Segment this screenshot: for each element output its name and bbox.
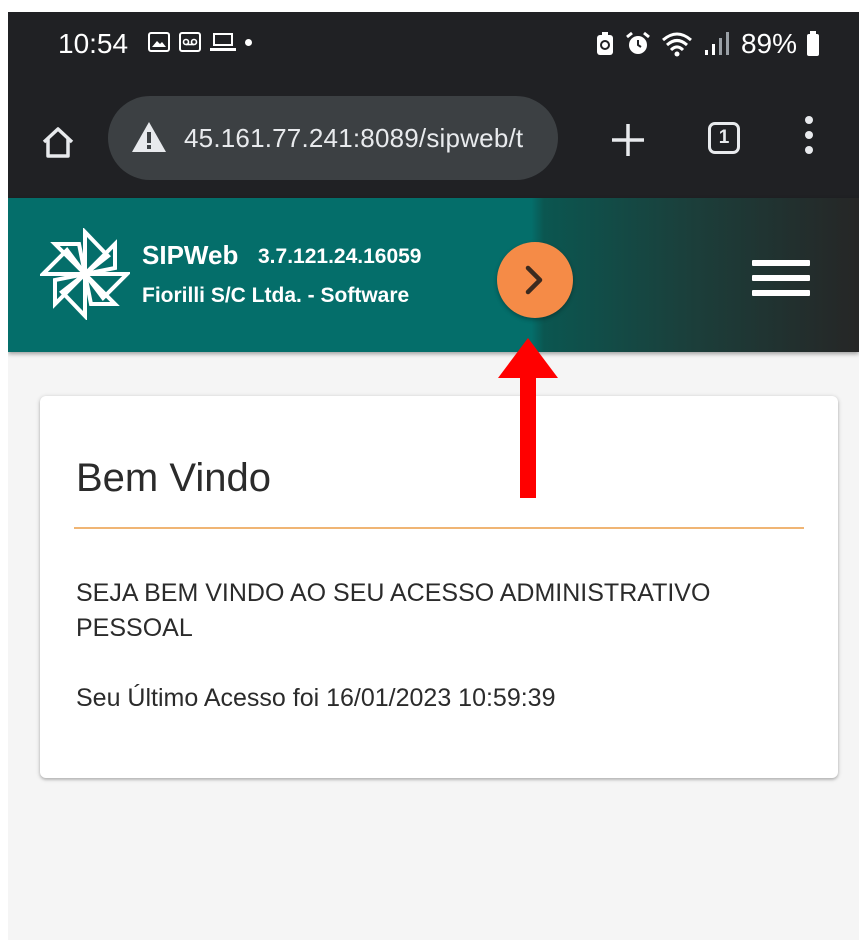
image-icon (148, 32, 170, 52)
laptop-icon (210, 33, 236, 51)
phone-screen: 10:54 89% 45.161.77.241:8089/sipweb/t 1 … (8, 12, 859, 940)
signal-icon (704, 32, 729, 55)
battery-icon (807, 31, 819, 56)
warning-icon[interactable] (130, 120, 168, 154)
more-options-icon[interactable] (803, 116, 815, 162)
status-time: 10:54 (58, 28, 129, 59)
card-title: Bem Vindo (76, 456, 271, 500)
app-header: SIPWeb 3.7.121.24.16059 Fiorilli S/C Ltd… (8, 198, 859, 352)
company-name: Fiorilli S/C Ltda. - Software (142, 284, 410, 307)
last-access-text: Seu Último Acesso foi 16/01/2023 10:59:3… (76, 684, 556, 712)
notification-icons (148, 32, 252, 52)
alarm-icon (626, 31, 650, 54)
address-bar[interactable]: 45.161.77.241:8089/sipweb/t (108, 96, 558, 180)
app-version: 3.7.121.24.16059 (258, 245, 422, 268)
fiorilli-logo-icon (40, 228, 130, 320)
battery-saver-icon (596, 32, 613, 55)
hamburger-menu-icon[interactable] (752, 260, 810, 306)
system-icons: 89% (595, 28, 819, 60)
app-name: SIPWeb (142, 240, 239, 270)
new-tab-icon[interactable] (608, 120, 648, 160)
dot-icon (245, 38, 252, 46)
voicemail-icon (179, 32, 201, 52)
status-bar: 10:54 89% (8, 12, 859, 82)
welcome-message: SEJA BEM VINDO AO SEU ACESSO ADMINISTRAT… (76, 579, 711, 642)
welcome-card: Bem Vindo SEJA BEM VINDO AO SEU ACESSO A… (40, 396, 838, 778)
url-text[interactable]: 45.161.77.241:8089/sipweb/t (184, 123, 523, 154)
tab-switcher-button[interactable]: 1 (708, 122, 740, 154)
annotation-arrow-icon (498, 338, 558, 498)
browser-toolbar: 45.161.77.241:8089/sipweb/t 1 (8, 82, 859, 198)
battery-percent: 89% (740, 28, 797, 59)
wifi-icon (661, 32, 692, 57)
card-divider (74, 527, 804, 529)
home-icon[interactable] (38, 122, 78, 162)
chevron-right-icon (525, 265, 543, 295)
sidebar-toggle-button[interactable] (497, 242, 573, 318)
